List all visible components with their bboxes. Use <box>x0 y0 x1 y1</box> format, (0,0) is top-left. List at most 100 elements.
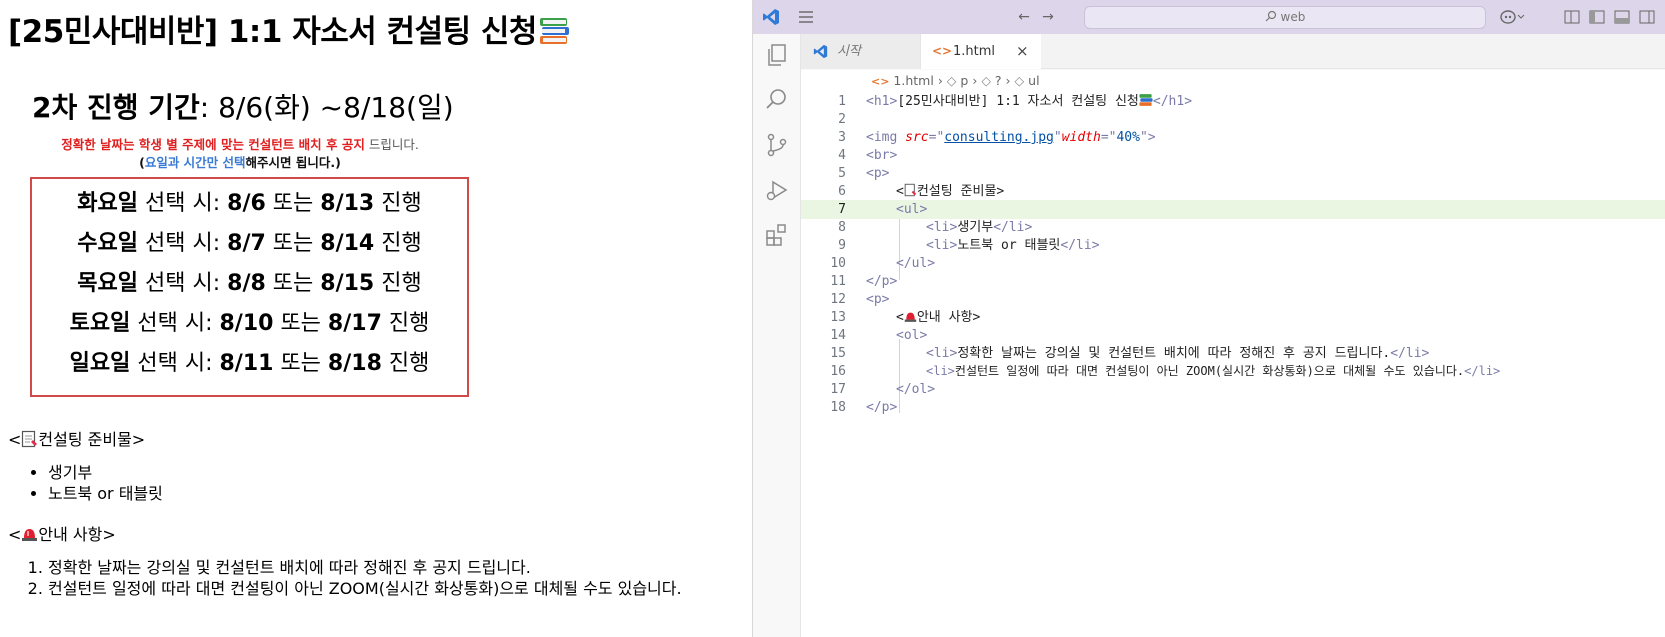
memo-icon <box>904 183 917 197</box>
code-line[interactable]: 8 <li>생기부</li> <box>801 218 1665 237</box>
extensions-icon[interactable] <box>764 222 790 248</box>
code-line[interactable]: 6 < 컨설팅 준비물> <box>801 182 1665 201</box>
breadcrumb-separator: › <box>972 73 978 88</box>
selection-notice-rest: 해주시면 됩니다.) <box>245 155 341 170</box>
line-number: 16 <box>830 364 846 379</box>
code-line[interactable]: 13 < 안내 사항> <box>801 308 1665 327</box>
schedule-end: 진행 <box>381 351 430 376</box>
code-token: 컨설팅 준비물> <box>916 184 1005 199</box>
back-arrow-icon[interactable]: ← <box>1015 8 1033 26</box>
breadcrumb-item[interactable]: 1.html <box>893 73 933 88</box>
schedule-date1: 8/10 <box>219 311 274 336</box>
notice-heading-text: 안내 사항> <box>38 525 116 544</box>
breadcrumb-item[interactable]: p <box>960 73 968 88</box>
title-bar: ← → web <box>753 0 1665 34</box>
schedule-day: 목요일 <box>77 271 139 296</box>
code-token: <li> <box>926 364 955 378</box>
code-line[interactable]: 9 <li>노트북 or 태블릿</li> <box>801 236 1665 255</box>
code-token: <li> <box>926 238 958 253</box>
schedule-day: 일요일 <box>69 351 131 376</box>
code-line[interactable]: 17 </ol> <box>801 380 1665 399</box>
run-debug-icon[interactable] <box>764 177 790 203</box>
code-token: <li> <box>926 220 958 235</box>
code-token: width <box>1061 130 1101 145</box>
vscode-logo-icon[interactable] <box>762 8 780 26</box>
code-token: " <box>1053 130 1062 145</box>
line-number: 2 <box>838 112 846 127</box>
explorer-icon[interactable] <box>764 42 790 68</box>
menu-icon[interactable] <box>797 8 815 26</box>
code-line[interactable]: 18 </p> <box>801 398 1665 417</box>
code-token: 40% <box>1116 130 1140 145</box>
code-token: [25민사대비반] 1:1 자소서 컨설팅 신청 <box>897 94 1139 109</box>
code-token: < <box>896 310 904 325</box>
symbol-icon: ◇ <box>981 73 991 88</box>
toggle-panel-icon[interactable] <box>1613 8 1631 26</box>
date-notice-rest: 드립니다. <box>364 137 419 152</box>
toggle-sidebar-icon[interactable] <box>1588 8 1606 26</box>
code-token: src <box>905 130 929 145</box>
schedule-or: 또는 <box>265 231 321 256</box>
code-line[interactable]: 10 </ul> <box>801 254 1665 273</box>
breadcrumb: <> 1.html › ◇ p › ◇ ? › ◇ ul <box>801 70 1665 92</box>
code-line[interactable]: 3 <img src="consulting.jpg"width="40%"> <box>801 128 1665 147</box>
schedule-date2: 8/13 <box>320 191 375 216</box>
code-token: <li> <box>926 346 958 361</box>
toggle-secondary-sidebar-icon[interactable] <box>1638 8 1656 26</box>
line-number: 1 <box>838 94 846 109</box>
close-icon[interactable]: × <box>1016 34 1029 69</box>
consulting-poster: 2차 진행 기간: 8/6(화) ~8/18(일) 정확한 날짜는 학생 별 주… <box>14 82 469 400</box>
schedule-or: 또는 <box>265 191 321 216</box>
code-line[interactable]: 1 <h1>[25민사대비반] 1:1 자소서 컨설팅 신청 </h1> <box>801 92 1665 111</box>
breadcrumb-item[interactable]: ul <box>1028 73 1039 88</box>
tab-1-html[interactable]: <> 1.html × <box>921 34 1041 69</box>
copilot-icon[interactable] <box>1499 8 1525 26</box>
code-line[interactable]: 12 <p> <box>801 290 1665 309</box>
line-number: 4 <box>838 148 846 163</box>
period-heading: 2차 진행 기간: 8/6(화) ~8/18(일) <box>32 86 454 126</box>
tab-welcome[interactable]: 시작 <box>801 34 921 69</box>
list-item: 정확한 날짜는 강의실 및 컨설턴트 배치에 따라 정해진 후 공지 드립니다. <box>48 557 682 578</box>
code-token: <ul> <box>896 202 928 217</box>
code-token: </ol> <box>896 382 936 397</box>
code-token: 정확한 날짜는 강의실 및 컨설턴트 배치에 따라 정해진 후 공지 드립니다. <box>957 346 1391 361</box>
code-link[interactable]: consulting.jpg <box>944 130 1054 145</box>
breadcrumb-item[interactable]: ? <box>995 73 1002 88</box>
command-center-search[interactable]: web <box>1084 6 1486 29</box>
search-view-icon[interactable] <box>764 86 790 112</box>
code-line[interactable]: 15 <li>정확한 날짜는 강의실 및 컨설턴트 배치에 따라 정해진 후 공지… <box>801 344 1665 363</box>
layout-icon[interactable] <box>1563 8 1581 26</box>
code-line[interactable]: 11 </p> <box>801 272 1665 291</box>
code-line[interactable]: 2 <box>801 110 1665 129</box>
prep-heading: < 컨설팅 준비물> <box>8 426 145 450</box>
breadcrumb-separator: › <box>1005 73 1011 88</box>
forward-arrow-icon[interactable]: → <box>1039 8 1057 26</box>
code-token: </p> <box>866 400 898 415</box>
code-token: 안내 사항> <box>916 310 981 325</box>
prep-heading-text: 컨설팅 준비물> <box>38 430 146 449</box>
line-number: 8 <box>838 220 846 235</box>
prep-heading-open: < <box>8 430 22 449</box>
schedule-or: 또는 <box>273 351 328 376</box>
code-editor[interactable]: 1 <h1>[25민사대비반] 1:1 자소서 컨설팅 신청 </h1> 2 3 <i… <box>801 92 1665 637</box>
code-token: 노트북 or 태블릿 <box>957 238 1061 253</box>
schedule-day: 화요일 <box>77 191 139 216</box>
source-control-icon[interactable] <box>764 132 790 158</box>
code-line[interactable]: 4 <br> <box>801 146 1665 165</box>
line-number: 10 <box>830 256 846 271</box>
code-token: </ul> <box>896 256 936 271</box>
list-item: 노트북 or 태블릿 <box>48 483 163 504</box>
code-line[interactable]: 5 <p> <box>801 164 1665 183</box>
code-line-active[interactable]: 7 <ul> <box>801 200 1665 219</box>
code-line[interactable]: 16 <li>컨설턴트 일정에 따라 대면 컨설팅이 아닌 ZOOM(실시간 화상… <box>801 362 1665 381</box>
schedule-or: 또는 <box>273 311 328 336</box>
code-line[interactable]: 14 <ol> <box>801 326 1665 345</box>
line-number: 17 <box>830 382 846 397</box>
list-item: 컨설턴트 일정에 따라 대면 컨설팅이 아닌 ZOOM(실시간 화상통화)으로 … <box>48 578 682 599</box>
line-number: 18 <box>830 400 846 415</box>
line-number: 14 <box>830 328 846 343</box>
line-number: 11 <box>830 274 846 289</box>
page-title-text: [25민사대비반] 1:1 자소서 컨설팅 신청 <box>8 14 537 50</box>
books-icon <box>1139 94 1153 106</box>
line-number: 7 <box>838 202 846 217</box>
